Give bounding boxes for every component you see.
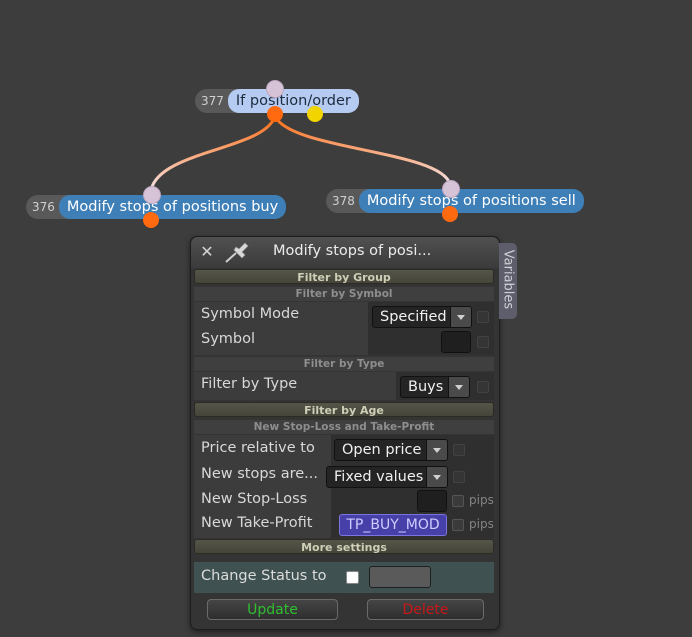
node-376-input-pin[interactable]	[143, 186, 161, 204]
new-sl-unit: pips	[469, 493, 494, 507]
symbol-mode-label: Symbol Mode	[201, 306, 300, 322]
price-relative-select[interactable]: Open price	[334, 439, 448, 461]
new-tp-variable-field[interactable]: TP_BUY_MOD	[339, 514, 447, 536]
new-stops-label: New stops are...	[201, 466, 318, 482]
new-sl-label: New Stop-Loss	[201, 491, 308, 507]
chevron-down-icon	[448, 377, 469, 397]
filter-type-value: Buys	[408, 379, 444, 395]
node-label: If position/order	[227, 89, 359, 113]
chevron-down-icon	[426, 467, 447, 487]
node-377-input-pin[interactable]	[266, 80, 284, 98]
change-status-label: Change Status to	[201, 568, 327, 584]
change-status-row: Change Status to	[194, 562, 494, 593]
section-filter-type[interactable]: Filter by Type	[194, 357, 494, 371]
new-stops-value: Fixed values	[334, 469, 424, 485]
filter-type-label: Filter by Type	[201, 376, 298, 392]
symbol-mode-value: Specified	[380, 309, 447, 325]
node-377-output-pin-true[interactable]	[267, 106, 283, 122]
symbol-mode-select[interactable]: Specified	[372, 306, 472, 328]
symbol-mode-checkbox[interactable]	[477, 311, 489, 323]
chevron-down-icon	[426, 440, 447, 460]
price-relative-value: Open price	[342, 442, 422, 458]
section-filter-group[interactable]: Filter by Group	[194, 269, 494, 284]
close-icon[interactable]: ✕	[199, 244, 215, 260]
variables-tab[interactable]: Variables	[499, 243, 517, 319]
panel-titlebar[interactable]: ✕ Modify stops of posi...	[191, 237, 499, 268]
wire-377-376	[149, 115, 277, 191]
node-376-output-pin[interactable]	[143, 212, 159, 228]
new-tp-unit: pips	[469, 517, 494, 531]
symbol-label: Symbol	[201, 331, 256, 347]
node-label: Modify stops of positions buy	[58, 195, 287, 219]
new-sl-pips-checkbox[interactable]	[452, 495, 464, 507]
change-status-input[interactable]	[369, 566, 431, 588]
new-sl-input[interactable]	[417, 490, 447, 512]
change-status-checkbox[interactable]	[346, 571, 359, 584]
price-relative-label: Price relative to	[201, 440, 315, 456]
new-stops-select[interactable]: Fixed values	[326, 466, 448, 488]
pin-icon[interactable]	[223, 242, 253, 264]
node-label: Modify stops of positions sell	[358, 189, 584, 213]
section-filter-symbol[interactable]: Filter by Symbol	[194, 287, 494, 301]
filter-type-checkbox[interactable]	[477, 381, 489, 393]
node-378-output-pin[interactable]	[442, 206, 458, 222]
node-378-input-pin[interactable]	[442, 180, 460, 198]
update-button[interactable]: Update	[207, 599, 338, 620]
symbol-checkbox[interactable]	[477, 336, 489, 348]
properties-panel: ✕ Modify stops of posi... Variables Filt…	[190, 236, 517, 630]
chevron-down-icon	[450, 307, 471, 327]
section-more-settings[interactable]: More settings	[194, 539, 494, 554]
new-stops-checkbox[interactable]	[453, 471, 465, 483]
new-tp-label: New Take-Profit	[201, 515, 313, 531]
panel-title: Modify stops of posi...	[273, 243, 432, 259]
wire-377-378	[273, 115, 452, 185]
node-377-output-pin-false[interactable]	[307, 106, 323, 122]
price-relative-checkbox[interactable]	[453, 444, 465, 456]
symbol-input[interactable]	[441, 331, 471, 353]
variables-tab-label: Variables	[500, 249, 516, 310]
filter-type-select[interactable]: Buys	[400, 376, 470, 398]
new-tp-pips-checkbox[interactable]	[452, 519, 464, 531]
section-new-sl-tp[interactable]: New Stop-Loss and Take-Profit	[194, 420, 494, 434]
section-filter-age[interactable]: Filter by Age	[194, 402, 494, 417]
delete-button[interactable]: Delete	[367, 599, 484, 620]
